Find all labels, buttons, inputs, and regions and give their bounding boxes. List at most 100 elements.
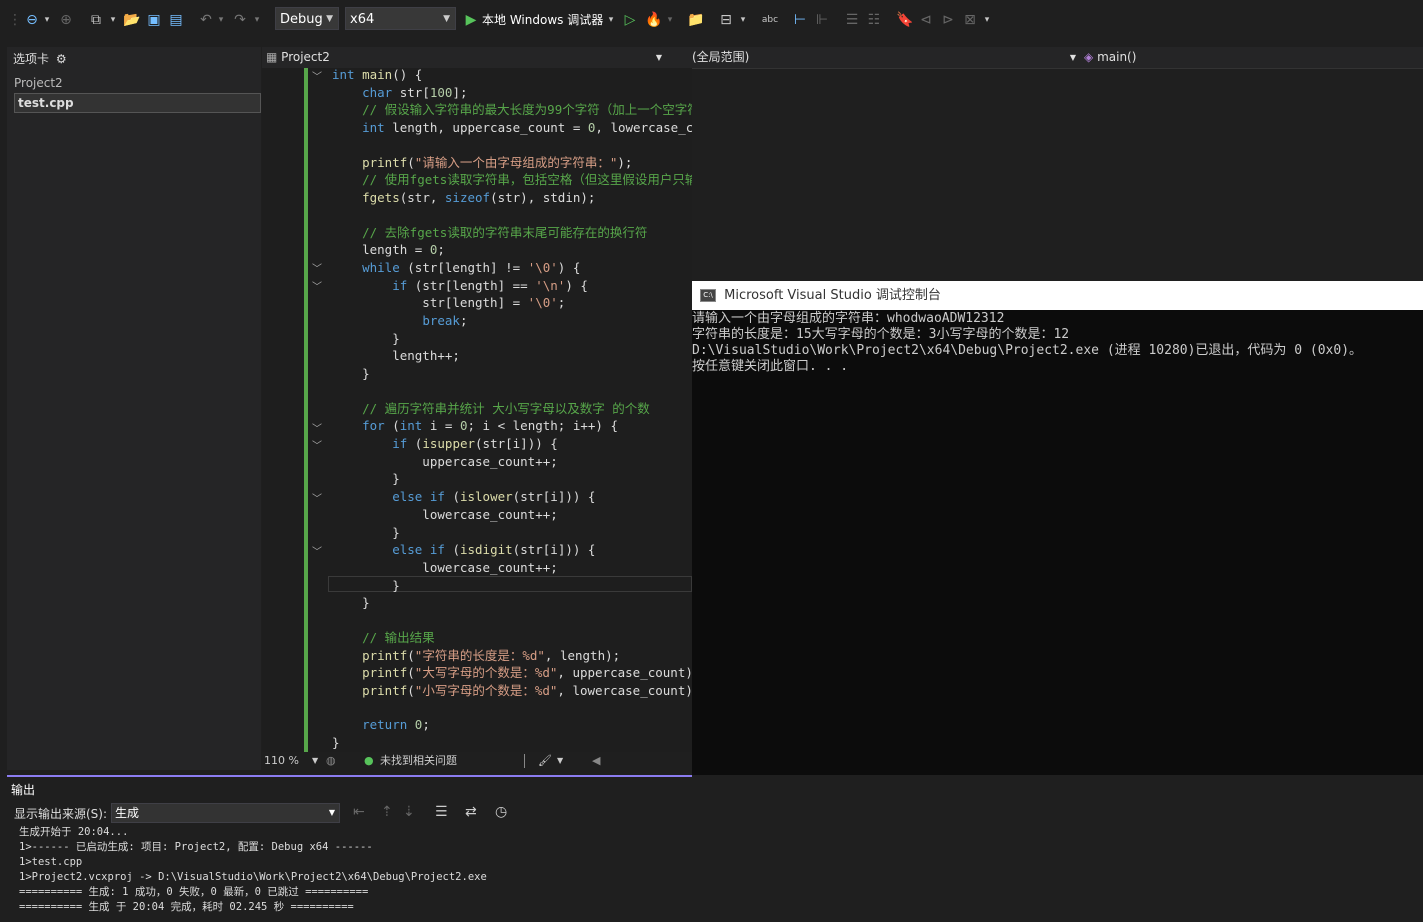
divider bbox=[524, 754, 525, 768]
member-dropdown[interactable]: ◈ main() bbox=[1084, 48, 1414, 67]
find-message-icon[interactable]: ⇤ bbox=[353, 804, 365, 820]
back-icon[interactable]: ⊖ bbox=[22, 10, 42, 30]
output-panel: 输出 显示输出来源(S): 生成 ▼ ⇤ ⇡ ⇣ ☰ ⇄ ◷ 生成开始于 20:… bbox=[7, 775, 1423, 922]
outdent-icon[interactable]: ☷ bbox=[864, 10, 884, 30]
console-line: 请输入一个由字母组成的字符串：whodwaoADW12312 bbox=[692, 311, 1005, 326]
fold-chevron-icon[interactable]: ﹀ bbox=[312, 420, 322, 435]
code-line: printf("大写字母的个数是：%d", uppercase_count); bbox=[362, 665, 692, 681]
editor-status-bar: 110 % ▼ ◍ ● 未找到相关问题 🖌 ▼ ◀ bbox=[262, 752, 692, 770]
code-line: // 输出结果 bbox=[362, 629, 435, 645]
output-source-select[interactable]: 生成 ▼ bbox=[111, 803, 340, 823]
next-bookmark-icon[interactable]: ⊳ bbox=[940, 10, 956, 30]
hot-reload-icon[interactable]: 🔥 bbox=[645, 10, 663, 30]
start-without-debug-icon[interactable]: ▷ bbox=[621, 10, 639, 30]
start-debug-button[interactable]: 本地 Windows 调试器 bbox=[482, 10, 606, 30]
start-debug-dropdown-icon[interactable]: ▾ bbox=[606, 10, 616, 30]
output-line: 1>------ 已启动生成: 项目: Project2, 配置: Debug … bbox=[19, 841, 373, 853]
clock-icon[interactable]: ◷ bbox=[495, 804, 507, 820]
undo-dropdown-icon[interactable]: ▾ bbox=[216, 10, 226, 30]
code-editor[interactable]: int main() { char str[100]; // 假设输入字符串的最… bbox=[328, 68, 692, 752]
browser-dropdown-icon[interactable]: ▾ bbox=[738, 10, 748, 30]
tab-item-test-cpp[interactable]: test.cpp bbox=[14, 93, 261, 113]
copilot-icon[interactable]: ◍ bbox=[326, 752, 336, 770]
fold-chevron-icon[interactable]: ﹀ bbox=[312, 543, 322, 558]
fold-chevron-icon[interactable]: ﹀ bbox=[312, 278, 322, 293]
scope-dropdown[interactable]: (全局范围) ▼ bbox=[692, 48, 1076, 67]
save-icon[interactable]: ▣ bbox=[144, 10, 164, 30]
code-line: break; bbox=[422, 313, 468, 328]
prev-message-icon[interactable]: ⇡ bbox=[381, 804, 393, 820]
fold-chevron-icon[interactable]: ﹀ bbox=[312, 260, 322, 275]
code-line: return 0; bbox=[362, 717, 430, 733]
chevron-down-icon: ▼ bbox=[326, 14, 333, 24]
forward-icon[interactable]: ⊕ bbox=[56, 10, 76, 30]
word-wrap-icon[interactable]: ⇄ bbox=[465, 804, 477, 820]
code-line: else if (isdigit(str[i])) { bbox=[392, 542, 596, 558]
chevron-down-icon: ▼ bbox=[655, 53, 662, 62]
chevron-down-icon[interactable]: ▼ bbox=[557, 752, 563, 770]
clear-all-icon[interactable]: ☰ bbox=[435, 804, 448, 820]
cleanup-icon[interactable]: 🖌 bbox=[538, 752, 552, 770]
step-over-icon[interactable]: ⊩ bbox=[812, 10, 832, 30]
platform-select[interactable]: x64 ▼ bbox=[345, 7, 456, 30]
new-project-icon[interactable]: ⧉ bbox=[86, 10, 106, 30]
chevron-down-icon[interactable]: ▼ bbox=[312, 752, 318, 770]
scroll-left-icon[interactable]: ◀ bbox=[592, 752, 600, 770]
code-line: printf("请输入一个由字母组成的字符串："); bbox=[362, 154, 633, 170]
code-line: else if (islower(str[i])) { bbox=[392, 489, 596, 505]
code-line: int length, uppercase_count = 0, lowerca… bbox=[362, 120, 692, 136]
back-dropdown-icon[interactable]: ▾ bbox=[42, 10, 52, 30]
browser-icon[interactable]: ⊟ bbox=[716, 10, 736, 30]
step-icon[interactable]: ⊢ bbox=[790, 10, 810, 30]
check-circle-icon: ● bbox=[364, 754, 374, 767]
redo-dropdown-icon[interactable]: ▾ bbox=[252, 10, 262, 30]
tabs-pane: 选项卡 ⚙ Project2 test.cpp bbox=[7, 47, 261, 770]
output-line: 1>Project2.vcxproj -> D:\VisualStudio\Wo… bbox=[19, 871, 487, 883]
open-folder-icon[interactable]: 📂 bbox=[122, 10, 142, 30]
project-group-label: Project2 bbox=[14, 76, 63, 90]
hot-reload-dropdown-icon[interactable]: ▾ bbox=[665, 10, 675, 30]
code-line: } bbox=[332, 595, 370, 611]
console-title: Microsoft Visual Studio 调试控制台 bbox=[724, 288, 941, 303]
start-debug-icon[interactable]: ▶ bbox=[463, 10, 479, 30]
prev-bookmark-icon[interactable]: ⊲ bbox=[918, 10, 934, 30]
issues-status[interactable]: 未找到相关问题 bbox=[380, 752, 457, 770]
code-line: uppercase_count++; bbox=[332, 453, 558, 469]
code-line: printf("小写字母的个数是：%d", lowercase_count); bbox=[362, 682, 692, 698]
console-line: 字符串的长度是：15大写字母的个数是：3小写字母的个数是：12 bbox=[692, 327, 1070, 342]
code-line: } bbox=[332, 577, 400, 593]
toolbar-overflow-icon[interactable]: ▾ bbox=[982, 10, 992, 30]
output-title: 输出 bbox=[11, 783, 36, 797]
fold-chevron-icon[interactable]: ﹀ bbox=[312, 490, 322, 505]
redo-icon[interactable]: ↷ bbox=[230, 10, 250, 30]
spell-check-icon[interactable]: abc bbox=[760, 10, 780, 30]
grip-icon: ⋮ bbox=[8, 12, 22, 28]
clear-bookmarks-icon[interactable]: ⊠ bbox=[962, 10, 978, 30]
output-source-value: 生成 bbox=[115, 806, 140, 820]
solution-explorer-icon[interactable]: 📁 bbox=[686, 10, 706, 30]
configuration-select[interactable]: Debug ▼ bbox=[275, 7, 339, 30]
code-line: length = 0; bbox=[332, 242, 445, 258]
main-toolbar: ⋮ ⊖ ▾ ⊕ ⧉ ▾ 📂 ▣ ▤ ↶ ▾ ↷ ▾ Debug ▼ x64 ▼ ▶ … bbox=[0, 0, 1423, 40]
member-dropdown-value: main() bbox=[1097, 50, 1137, 64]
next-message-icon[interactable]: ⇣ bbox=[403, 804, 415, 820]
project-icon: ▦ bbox=[266, 50, 278, 64]
indent-icon[interactable]: ☰ bbox=[842, 10, 862, 30]
pane-header: 选项卡 ⚙ bbox=[13, 50, 67, 67]
bookmark-icon[interactable]: 🔖 bbox=[896, 10, 913, 30]
zoom-level[interactable]: 110 % bbox=[264, 752, 299, 770]
project-dropdown[interactable]: ▦ Project2 ▼ bbox=[266, 48, 666, 67]
navigation-bar: ▦ Project2 ▼ (全局范围) ▼ ◈ main() bbox=[262, 47, 1423, 69]
debug-console-window[interactable]: C:\ Microsoft Visual Studio 调试控制台 请输入一个由… bbox=[692, 281, 1423, 790]
output-line: 1>test.cpp bbox=[19, 856, 83, 868]
code-line: lowercase_count++; bbox=[332, 506, 558, 522]
save-all-icon[interactable]: ▤ bbox=[166, 10, 186, 30]
code-line: // 去除fgets读取的字符串末尾可能存在的换行符 bbox=[362, 224, 648, 240]
fold-chevron-icon[interactable]: ﹀ bbox=[312, 68, 322, 83]
code-line: } bbox=[332, 366, 370, 382]
fold-chevron-icon[interactable]: ﹀ bbox=[312, 437, 322, 452]
undo-icon[interactable]: ↶ bbox=[196, 10, 216, 30]
new-dropdown-icon[interactable]: ▾ bbox=[108, 10, 118, 30]
code-line: } bbox=[332, 330, 400, 346]
gear-icon[interactable]: ⚙ bbox=[56, 52, 67, 66]
